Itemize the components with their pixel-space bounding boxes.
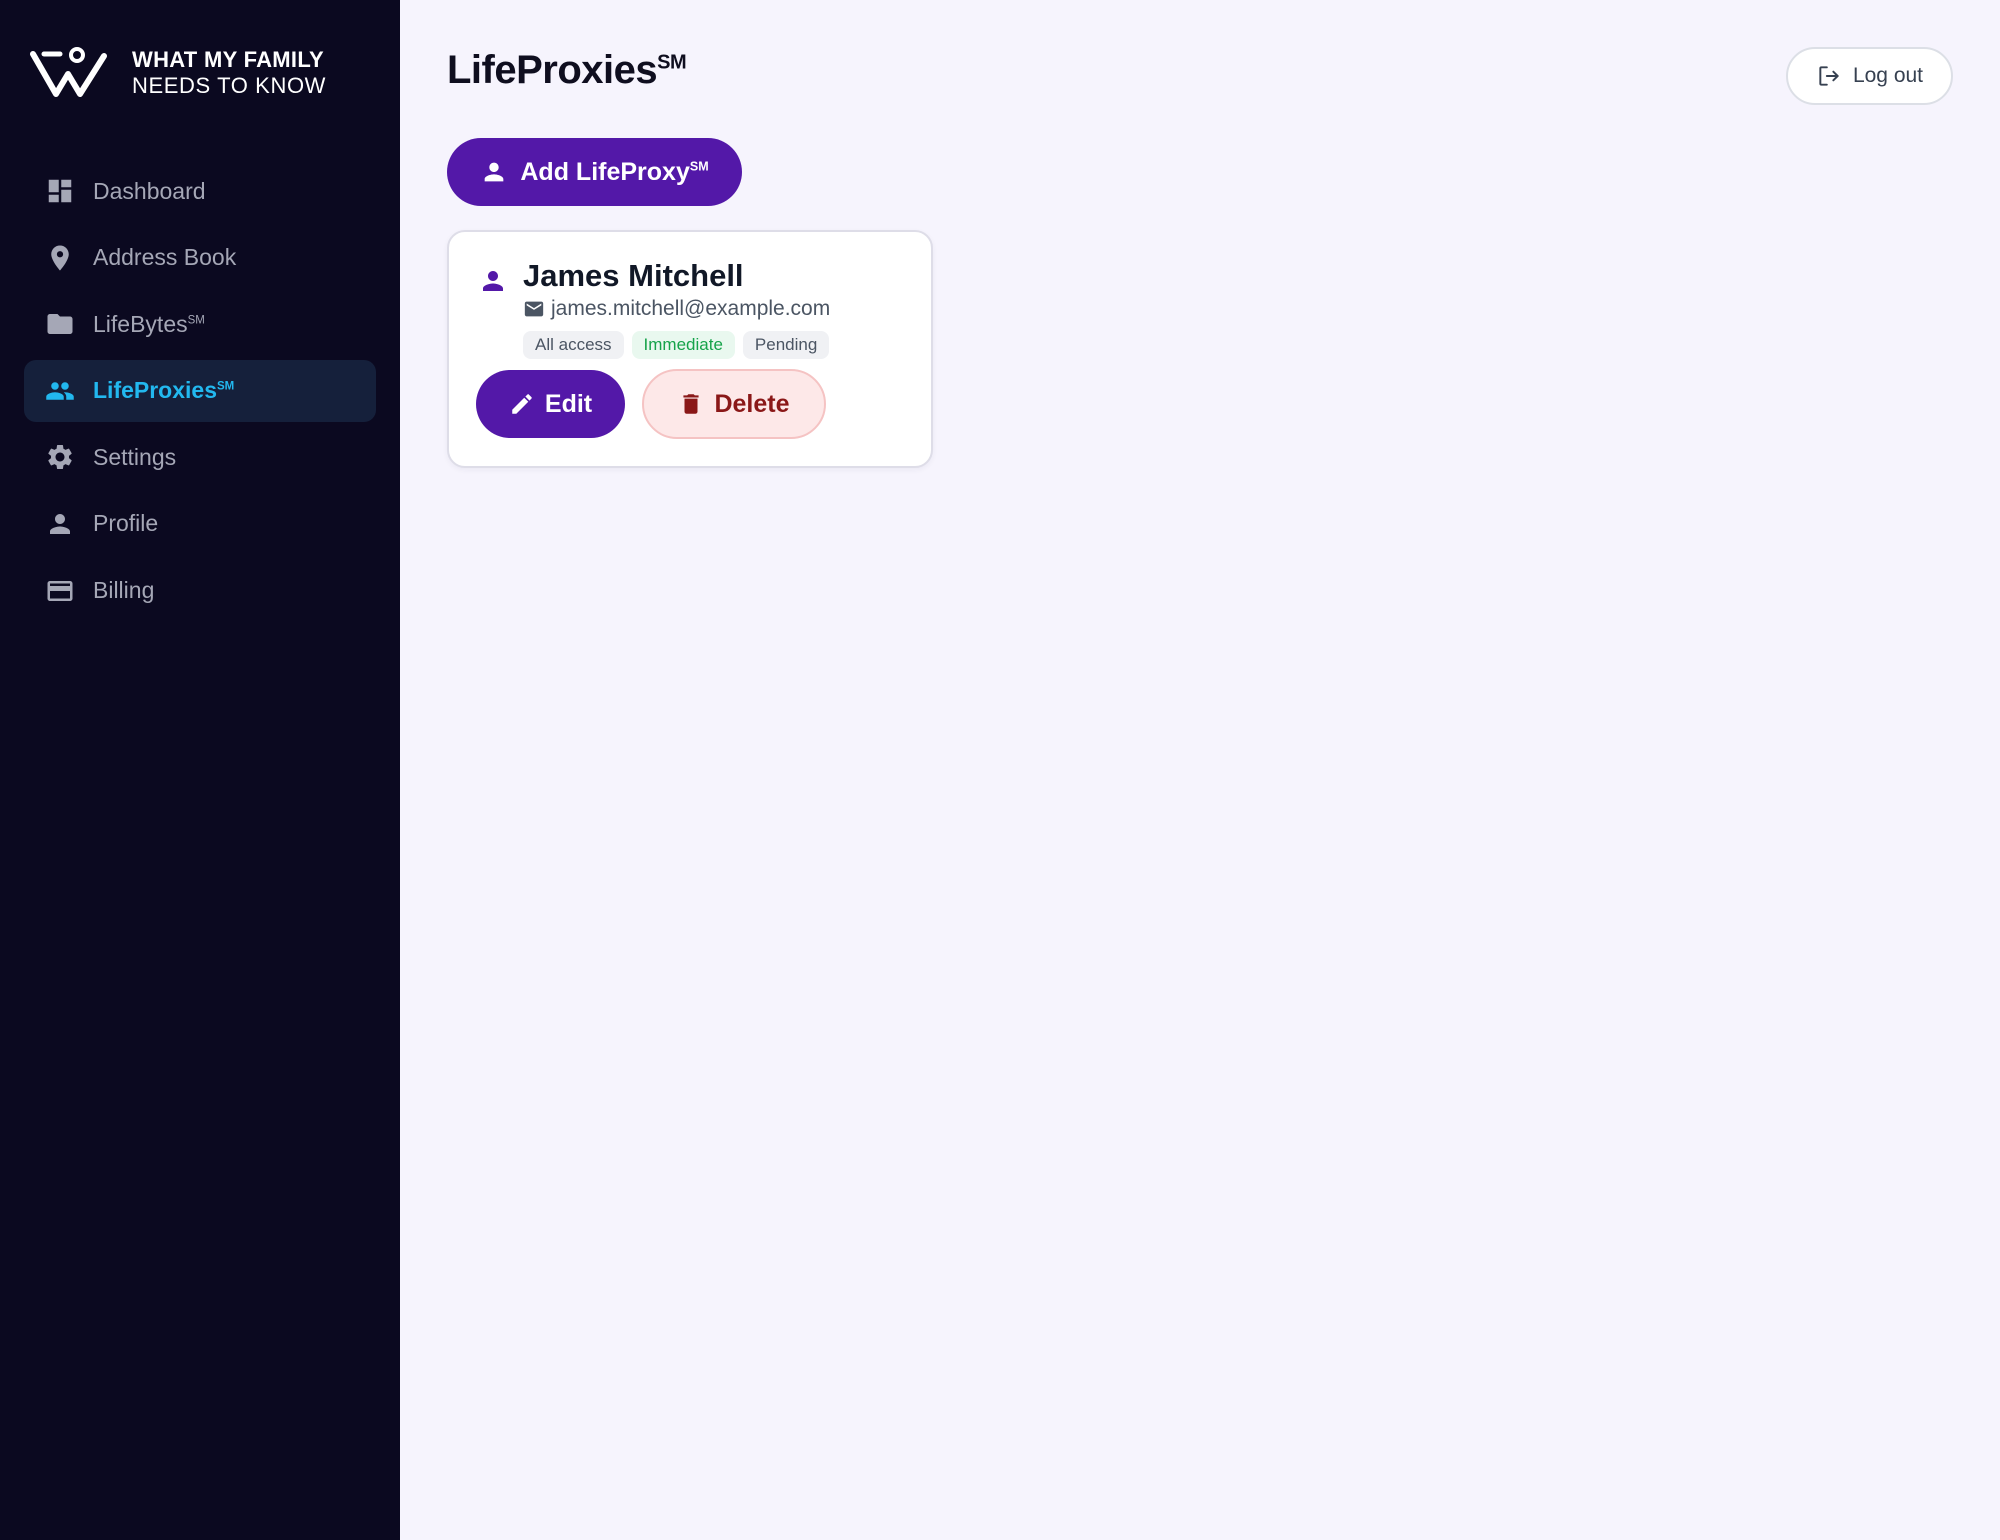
dashboard-icon	[44, 175, 76, 207]
sidebar-item-label: Billing	[93, 577, 155, 604]
person-icon	[44, 508, 76, 540]
service-mark: SM	[187, 314, 205, 327]
trash-icon	[683, 394, 700, 414]
status-badge: Pending	[742, 331, 830, 359]
credit-card-icon	[44, 575, 76, 607]
brand-logo-icon	[30, 47, 107, 97]
delete-button[interactable]: Delete	[642, 369, 826, 439]
sidebar-item-billing[interactable]: Billing	[24, 560, 376, 622]
edit-label: Edit	[544, 389, 593, 418]
sidebar-nav: Dashboard Address Book LifeBytesSM LifeP…	[24, 160, 376, 626]
sidebar-item-label: Dashboard	[93, 177, 206, 204]
sidebar-item-label: Settings	[93, 443, 177, 470]
logout-icon	[1819, 66, 1839, 86]
sidebar-item-label: LifeProxiesSM	[93, 377, 235, 404]
proxy-name: James Mitchell	[523, 258, 744, 293]
brand-line-1: WHAT MY FAMILY	[132, 47, 325, 73]
sidebar-item-label: Address Book	[93, 244, 237, 271]
sidebar-item-lifeproxies[interactable]: LifeProxiesSM	[24, 359, 376, 422]
proxy-email: james.mitchell@example.com	[551, 297, 831, 320]
add-lifeproxy-button[interactable]: Add LifeProxySM	[447, 138, 742, 206]
edit-button[interactable]: Edit	[476, 370, 625, 438]
mail-icon	[524, 301, 544, 317]
timing-badge: Immediate	[631, 331, 735, 359]
logout-label: Log out	[1852, 64, 1924, 87]
brand-logo[interactable]: WHAT MY FAMILY NEEDS TO KNOW	[30, 46, 326, 100]
sidebar-item-lifebytes[interactable]: LifeBytesSM	[24, 293, 376, 355]
people-icon	[44, 375, 76, 407]
service-mark: SM	[657, 51, 687, 74]
service-mark: SM	[217, 380, 235, 393]
folder-icon	[44, 308, 76, 340]
sidebar-item-profile[interactable]: Profile	[24, 493, 376, 555]
page-title: LifeProxiesSM	[447, 48, 687, 92]
sidebar-item-address-book[interactable]: Address Book	[24, 227, 376, 289]
sidebar-item-label: Profile	[93, 510, 159, 537]
access-badge: All access	[523, 331, 624, 359]
service-mark: SM	[689, 159, 709, 174]
proxy-email-row: james.mitchell@example.com	[523, 297, 830, 321]
location-pin-icon	[44, 242, 76, 274]
lifeproxy-card: James Mitchell james.mitchell@example.co…	[447, 230, 933, 468]
brand-line-2: NEEDS TO KNOW	[132, 73, 327, 98]
person-icon	[478, 266, 508, 296]
logout-button[interactable]: Log out	[1786, 47, 1953, 105]
sidebar: WHAT MY FAMILY NEEDS TO KNOW Dashboard A…	[0, 0, 400, 1540]
sidebar-item-settings[interactable]: Settings	[24, 426, 376, 488]
delete-label: Delete	[714, 389, 790, 418]
brand-name: WHAT MY FAMILY NEEDS TO KNOW	[132, 47, 326, 99]
add-lifeproxy-label: Add LifeProxySM	[520, 157, 709, 186]
proxy-badges: All access Immediate Pending	[523, 331, 837, 359]
gear-icon	[44, 441, 76, 473]
sidebar-item-label: LifeBytesSM	[93, 310, 205, 337]
person-icon	[485, 162, 504, 182]
pencil-icon	[512, 394, 532, 414]
sidebar-item-dashboard[interactable]: Dashboard	[24, 160, 376, 222]
